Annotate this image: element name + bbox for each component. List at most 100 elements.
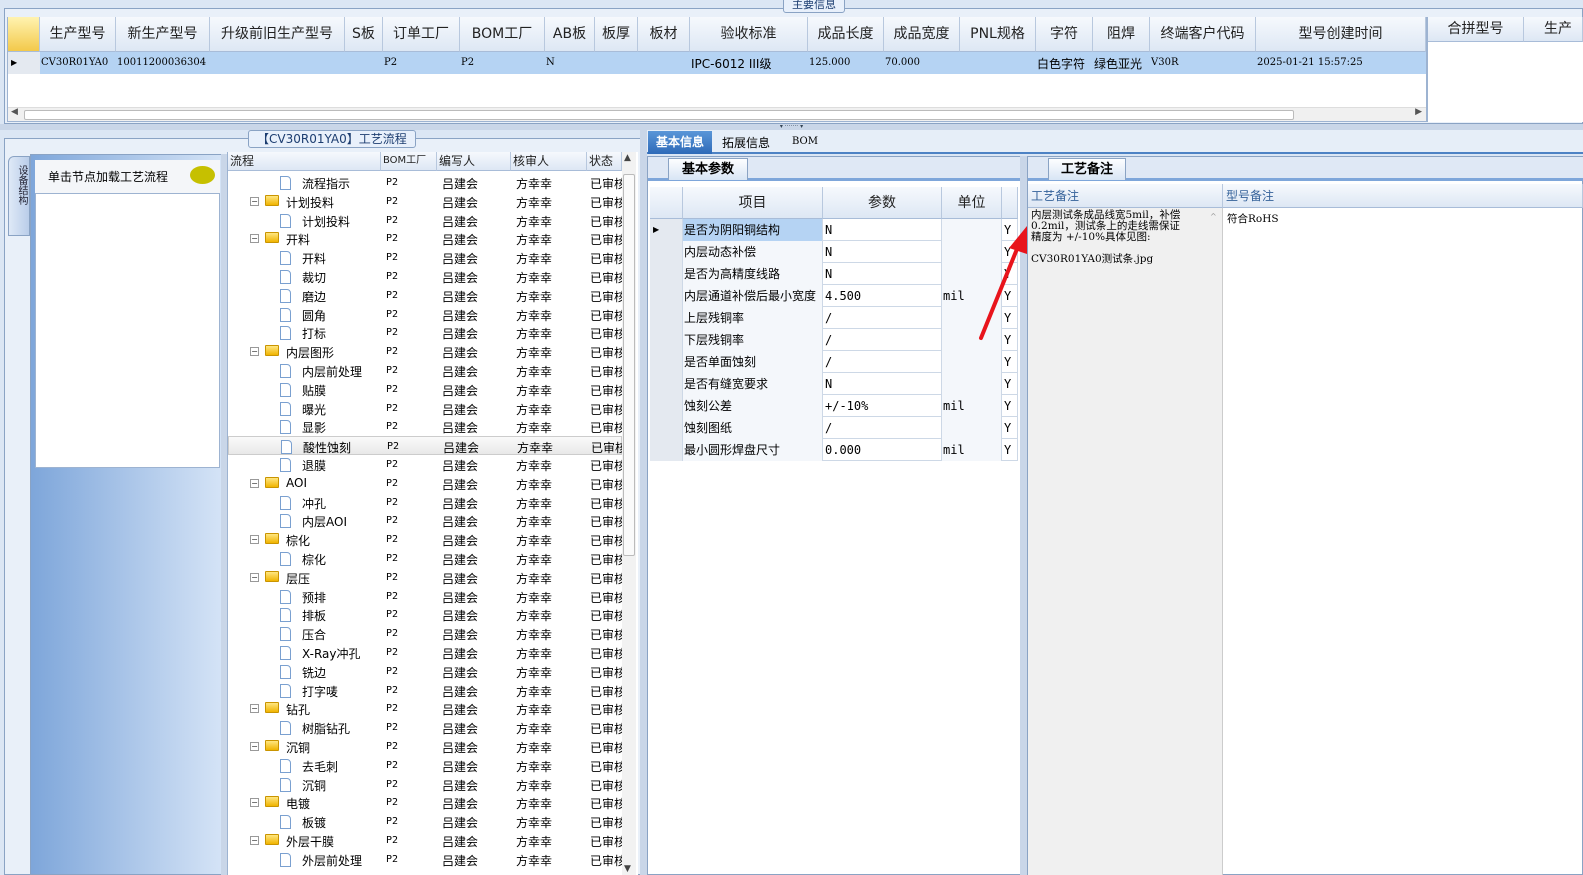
tree-row[interactable]: 预排 P2 吕建会 方幸幸 已审核 bbox=[228, 587, 622, 606]
main-col-header[interactable]: 新生产型号 bbox=[116, 17, 210, 52]
collapse-icon[interactable]: − bbox=[250, 572, 259, 582]
main-col-header[interactable]: S板 bbox=[345, 17, 383, 52]
main-cell[interactable]: 125.000 bbox=[809, 57, 883, 68]
tree-row[interactable]: − 计划投料 P2 吕建会 方幸幸 已审核 bbox=[228, 192, 622, 211]
main-cell[interactable]: P2 bbox=[461, 57, 544, 68]
main-cell[interactable]: 绿色亚光 bbox=[1094, 55, 1149, 72]
tree-col-header[interactable]: 状态 bbox=[587, 152, 622, 171]
params-col-value[interactable]: 参数 bbox=[823, 187, 942, 219]
param-value[interactable]: / bbox=[823, 351, 942, 373]
main-col-header[interactable]: PNL规格 bbox=[960, 17, 1036, 52]
side-tab-device-structure[interactable]: 设备结构 bbox=[8, 156, 30, 236]
collapse-icon[interactable]: − bbox=[250, 836, 259, 845]
params-row[interactable]: 是否为高精度线路NY bbox=[650, 263, 1018, 285]
main-col-header[interactable]: BOM工厂 bbox=[460, 17, 545, 52]
param-value[interactable]: / bbox=[823, 307, 942, 329]
tree-row[interactable]: 退膜 P2 吕建会 方幸幸 已审核 bbox=[228, 455, 622, 474]
collapse-icon[interactable]: − bbox=[250, 234, 259, 244]
remarks-col-model[interactable]: 型号备注 bbox=[1223, 184, 1583, 208]
splitter-vertical-middle[interactable] bbox=[640, 130, 647, 875]
param-value[interactable]: +/-10% bbox=[823, 395, 942, 417]
collapse-icon[interactable]: − bbox=[250, 742, 259, 751]
tree-row[interactable]: 内层前处理 P2 吕建会 方幸幸 已审核 bbox=[228, 361, 622, 380]
main-col-header[interactable]: 字符 bbox=[1036, 17, 1093, 52]
tree-row[interactable]: 铣边 P2 吕建会 方幸幸 已审核 bbox=[228, 662, 622, 681]
params-row[interactable]: 下层残铜率 / Y bbox=[650, 329, 1018, 351]
tree-row[interactable]: 流程指示 P2 吕建会 方幸幸 已审核 bbox=[228, 173, 622, 192]
tree-col-header[interactable]: 流程 bbox=[228, 152, 381, 171]
main-cell[interactable]: V30R bbox=[1151, 57, 1255, 68]
tab-extended-info[interactable]: 拓展信息 bbox=[722, 134, 770, 151]
tree-col-header[interactable]: 编写人 bbox=[437, 152, 511, 171]
tree-row[interactable]: 裁切 P2 吕建会 方幸幸 已审核 bbox=[228, 267, 622, 286]
tree-row[interactable]: 去毛刺 P2 吕建会 方幸幸 已审核 bbox=[228, 756, 622, 775]
params-row[interactable]: 是否单面蚀刻 / Y bbox=[650, 351, 1018, 373]
tree-row[interactable]: − 沉铜 P2 吕建会 方幸幸 已审核 bbox=[228, 737, 622, 756]
params-col-unit[interactable]: 单位 bbox=[942, 187, 1002, 219]
main-grid-scrollbar[interactable]: ◀ ▶ bbox=[8, 107, 1426, 121]
collapse-icon[interactable]: − bbox=[250, 347, 259, 357]
main-col-header[interactable]: 订单工厂 bbox=[383, 17, 460, 52]
main-cell[interactable]: N bbox=[546, 57, 594, 68]
main-col-header[interactable]: 板材 bbox=[638, 17, 690, 52]
tree-row[interactable]: − AOI P2 吕建会 方幸幸 已审核 bbox=[228, 474, 622, 493]
tree-col-header[interactable]: 核审人 bbox=[511, 152, 587, 171]
scroll-up-icon[interactable]: ^ bbox=[1210, 212, 1217, 221]
process-note-cell[interactable]: 内层测试条成品线宽5mil，补偿 0.2mil，测试条上的走线需保证 精度为 +/-… bbox=[1028, 208, 1223, 875]
tree-row[interactable]: − 钻孔 P2 吕建会 方幸幸 已审核 bbox=[228, 699, 622, 718]
tree-row[interactable]: 棕化 P2 吕建会 方幸幸 已审核 bbox=[228, 549, 622, 568]
collapse-icon[interactable]: − bbox=[250, 798, 259, 808]
tree-row[interactable]: 压合 P2 吕建会 方幸幸 已审核 bbox=[228, 624, 622, 643]
tree-row[interactable]: − 层压 P2 吕建会 方幸幸 已审核 bbox=[228, 568, 622, 587]
tree-row[interactable]: 打字唛 P2 吕建会 方幸幸 已审核 bbox=[228, 681, 622, 700]
params-col-item[interactable]: 项目 bbox=[683, 187, 823, 219]
tab-basic-params[interactable]: 基本参数 bbox=[668, 158, 748, 180]
collapse-icon[interactable]: − bbox=[250, 704, 259, 714]
tree-row[interactable]: 显影 P2 吕建会 方幸幸 已审核 bbox=[228, 417, 622, 436]
tree-row[interactable]: 磨边 P2 吕建会 方幸幸 已审核 bbox=[228, 286, 622, 305]
collapse-icon[interactable]: − bbox=[250, 535, 259, 545]
main-col-header[interactable]: 型号创建时间 bbox=[1256, 17, 1426, 52]
tree-row[interactable]: − 棕化 P2 吕建会 方幸幸 已审核 bbox=[228, 530, 622, 549]
params-row[interactable]: 蚀刻图纸 / Y bbox=[650, 417, 1018, 439]
tab-bom[interactable]: BOM bbox=[792, 136, 818, 147]
tree-row[interactable]: 内层AOI P2 吕建会 方幸幸 已审核 bbox=[228, 511, 622, 530]
side-col-header[interactable]: 合拼型号 bbox=[1428, 17, 1524, 42]
params-row[interactable]: 最小圆形焊盘尺寸 0.000 mil Y bbox=[650, 439, 1018, 461]
params-row[interactable]: 上层残铜率 / Y bbox=[650, 307, 1018, 329]
param-value[interactable]: 0.000 bbox=[823, 439, 942, 461]
main-col-header[interactable]: AB板 bbox=[545, 17, 595, 52]
main-col-header[interactable]: 终端客户代码 bbox=[1150, 17, 1256, 52]
collapse-icon[interactable]: − bbox=[250, 196, 259, 206]
tree-row[interactable]: 贴膜 P2 吕建会 方幸幸 已审核 bbox=[228, 380, 622, 399]
param-value[interactable]: / bbox=[823, 417, 942, 439]
tree-row[interactable]: 圆角 P2 吕建会 方幸幸 已审核 bbox=[228, 305, 622, 324]
remarks-col-process[interactable]: 工艺备注 bbox=[1028, 184, 1223, 208]
param-value[interactable]: 4.500 bbox=[823, 285, 942, 307]
main-col-header[interactable]: 成品宽度 bbox=[884, 17, 960, 52]
main-col-header[interactable]: 升级前旧生产型号 bbox=[210, 17, 345, 52]
param-value[interactable]: N bbox=[823, 219, 942, 241]
main-cell[interactable]: 70.000 bbox=[885, 57, 959, 68]
main-cell[interactable]: CV30R01YA0 bbox=[41, 57, 115, 68]
main-cell[interactable]: P2 bbox=[384, 57, 459, 68]
tree-row[interactable]: 曝光 P2 吕建会 方幸幸 已审核 bbox=[228, 399, 622, 418]
params-row[interactable]: ▶ 是否为阴阳铜结构 N Y bbox=[650, 219, 1018, 241]
param-value[interactable]: N bbox=[823, 373, 942, 395]
tree-row[interactable]: − 电镀 P2 吕建会 方幸幸 已审核 bbox=[228, 793, 622, 812]
side-col-header[interactable]: 生产 bbox=[1524, 17, 1583, 42]
tree-row[interactable]: 打标 P2 吕建会 方幸幸 已审核 bbox=[228, 323, 622, 342]
model-note-cell[interactable]: 符合RoHS bbox=[1227, 211, 1279, 226]
collapse-icon[interactable]: − bbox=[250, 478, 259, 488]
params-row[interactable]: 内层动态补偿 N Y bbox=[650, 241, 1018, 263]
main-cell[interactable]: 白色字符 bbox=[1037, 55, 1092, 72]
tree-row[interactable]: 开料 P2 吕建会 方幸幸 已审核 bbox=[228, 248, 622, 267]
param-value[interactable]: N bbox=[823, 263, 942, 285]
tree-row[interactable]: 板镀 P2 吕建会 方幸幸 已审核 bbox=[228, 812, 622, 831]
main-cell[interactable]: 10011200036304 bbox=[117, 57, 209, 68]
main-col-header[interactable]: 生产型号 bbox=[40, 17, 116, 52]
params-row[interactable]: 蚀刻公差 +/-10% mil Y bbox=[650, 395, 1018, 417]
hint-header[interactable]: 单击节点加载工艺流程 bbox=[35, 160, 220, 194]
param-value[interactable]: / bbox=[823, 329, 942, 351]
tree-row[interactable]: 冲孔 P2 吕建会 方幸幸 已审核 bbox=[228, 493, 622, 512]
